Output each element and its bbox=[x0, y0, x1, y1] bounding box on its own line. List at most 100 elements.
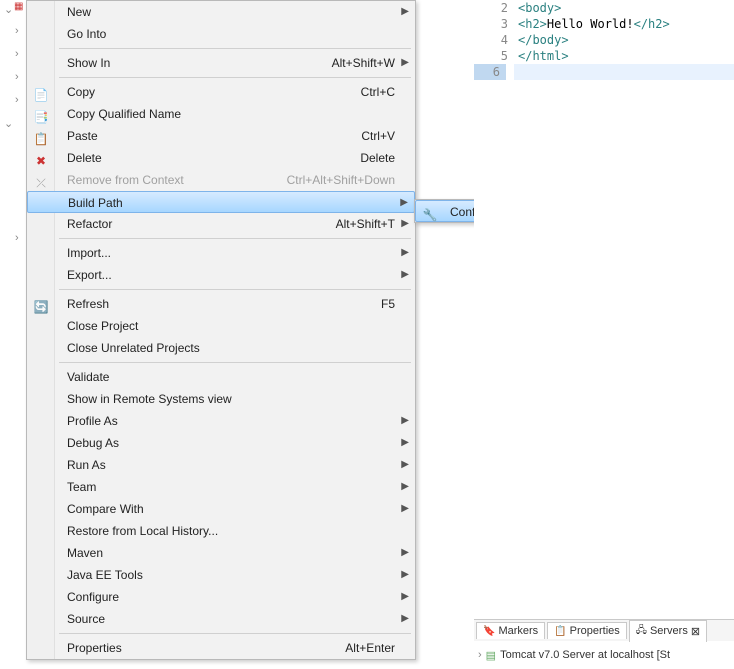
tree-expander[interactable]: › bbox=[15, 48, 19, 60]
copy-icon: 📄 bbox=[33, 84, 49, 100]
menu-item-refactor[interactable]: RefactorAlt+Shift+T▶ bbox=[27, 213, 415, 235]
menu-item-label: Restore from Local History... bbox=[67, 524, 218, 538]
menu-item-delete[interactable]: ✖DeleteDelete bbox=[27, 147, 415, 169]
line-number: 3 bbox=[474, 16, 514, 32]
line-number: 4 bbox=[474, 32, 514, 48]
menu-item-close-unrelated-projects[interactable]: Close Unrelated Projects bbox=[27, 337, 415, 359]
menu-item-label: Delete bbox=[67, 151, 102, 165]
menu-item-show-in[interactable]: Show In Alt+Shift+W ▶ bbox=[27, 52, 415, 74]
menu-item-profile-as[interactable]: Profile As▶ bbox=[27, 410, 415, 432]
code-line[interactable]: </body> bbox=[518, 32, 670, 48]
delete-icon: ✖ bbox=[33, 150, 49, 166]
tree-expander[interactable]: › bbox=[15, 71, 19, 83]
tab-properties[interactable]: 📋Properties bbox=[547, 622, 627, 639]
tree-expander[interactable]: › bbox=[478, 649, 482, 661]
submenu-arrow-icon: ▶ bbox=[401, 476, 409, 498]
context-menu: New ▶ Go Into Show In Alt+Shift+W ▶ 📄 Copy Ctrl+… bbox=[26, 0, 416, 660]
line-number: 6 bbox=[474, 64, 506, 80]
menu-item-label: New bbox=[67, 5, 91, 19]
menu-item-go-into[interactable]: Go Into bbox=[27, 23, 415, 45]
menu-item-configure[interactable]: Configure▶ bbox=[27, 586, 415, 608]
menu-item-show-in-remote-systems-view[interactable]: Show in Remote Systems view bbox=[27, 388, 415, 410]
tab-label: Properties bbox=[570, 625, 620, 637]
menu-separator bbox=[59, 633, 411, 634]
tab-markers[interactable]: 🔖Markers bbox=[476, 622, 545, 639]
menu-item-label: Profile As bbox=[67, 414, 118, 428]
menu-item-label: Go Into bbox=[67, 27, 106, 41]
menu-item-label: Debug As bbox=[67, 436, 119, 450]
menu-item-label: Show in Remote Systems view bbox=[67, 392, 232, 406]
submenu-arrow-icon: ▶ bbox=[401, 608, 409, 630]
submenu-arrow-icon: ▶ bbox=[401, 213, 409, 235]
markers-icon: 🔖 bbox=[483, 626, 495, 637]
menu-item-validate[interactable]: Validate bbox=[27, 366, 415, 388]
submenu-arrow-icon: ▶ bbox=[401, 242, 409, 264]
paste-icon: 📋 bbox=[33, 128, 49, 144]
menu-item-label: Compare With bbox=[67, 502, 144, 516]
menu-item-refresh[interactable]: 🔄RefreshF5 bbox=[27, 293, 415, 315]
menu-shortcut: Ctrl+V bbox=[361, 125, 395, 147]
tab-label: Servers bbox=[650, 625, 688, 637]
menu-item-compare-with[interactable]: Compare With ▶ bbox=[27, 498, 415, 520]
server-label: Tomcat v7.0 Server at localhost [St bbox=[500, 649, 670, 661]
tree-expander[interactable]: › bbox=[15, 232, 19, 244]
menu-item-export[interactable]: Export... ▶ bbox=[27, 264, 415, 286]
menu-item-remove-from-context: ⤫Remove from ContextCtrl+Alt+Shift+Down bbox=[27, 169, 415, 191]
line-number: 2 bbox=[474, 0, 514, 16]
tab-servers[interactable]: 🖧Servers⊠ bbox=[629, 620, 707, 642]
submenu-arrow-icon: ▶ bbox=[401, 432, 409, 454]
menu-item-new[interactable]: New ▶ bbox=[27, 1, 415, 23]
menu-item-label: Import... bbox=[67, 246, 111, 260]
menu-item-label: Show In bbox=[67, 56, 110, 70]
menu-item-build-path[interactable]: Build Path▶ bbox=[27, 191, 415, 213]
code-editor[interactable]: 23456 <body><h2>Hello World!</h2></body>… bbox=[474, 0, 734, 610]
code-line[interactable]: </html> bbox=[518, 48, 670, 64]
tree-expander[interactable]: ⌄ bbox=[4, 3, 13, 16]
servers-icon: 🖧 bbox=[636, 623, 647, 640]
menu-item-source[interactable]: Source▶ bbox=[27, 608, 415, 630]
menu-item-copy-qualified-name[interactable]: 📑Copy Qualified Name bbox=[27, 103, 415, 125]
menu-item-label: Close Project bbox=[67, 319, 138, 333]
close-icon[interactable]: ⊠ bbox=[691, 625, 700, 638]
code-line[interactable]: <body> bbox=[518, 0, 670, 16]
menu-item-maven[interactable]: Maven▶ bbox=[27, 542, 415, 564]
menu-separator bbox=[59, 48, 411, 49]
code-line[interactable]: <h2>Hello World!</h2> bbox=[518, 16, 670, 32]
menu-item-run-as[interactable]: Run As▶ bbox=[27, 454, 415, 476]
menu-item-team[interactable]: Team▶ bbox=[27, 476, 415, 498]
tree-expander[interactable]: › bbox=[15, 94, 19, 106]
menu-item-debug-as[interactable]: Debug As ▶ bbox=[27, 432, 415, 454]
servers-row[interactable]: › ▤ Tomcat v7.0 Server at localhost [St bbox=[474, 645, 734, 665]
menu-item-label: Copy bbox=[67, 85, 95, 99]
menu-item-copy[interactable]: 📄CopyCtrl+C bbox=[27, 81, 415, 103]
menu-item-label: Export... bbox=[67, 268, 112, 282]
menu-item-properties[interactable]: PropertiesAlt+Enter bbox=[27, 637, 415, 659]
menu-item-import[interactable]: Import... ▶ bbox=[27, 242, 415, 264]
menu-shortcut: Alt+Shift+W bbox=[332, 52, 395, 74]
menu-item-java-ee-tools[interactable]: Java EE Tools▶ bbox=[27, 564, 415, 586]
submenu-arrow-icon: ▶ bbox=[401, 498, 409, 520]
menu-item-label: Close Unrelated Projects bbox=[67, 341, 200, 355]
menu-item-close-project[interactable]: Close Project bbox=[27, 315, 415, 337]
submenu-arrow-icon: ▶ bbox=[401, 52, 409, 74]
tree-expander[interactable]: › bbox=[15, 25, 19, 37]
code-line[interactable] bbox=[518, 64, 670, 80]
menu-separator bbox=[59, 238, 411, 239]
submenu-arrow-icon: ▶ bbox=[401, 1, 409, 23]
bottom-tabs: 🔖Markers📋Properties🖧Servers⊠ bbox=[474, 619, 734, 641]
menu-item-label: Run As bbox=[67, 458, 106, 472]
menu-item-paste[interactable]: 📋 Paste Ctrl+V bbox=[27, 125, 415, 147]
tree-expander[interactable]: ⌄ bbox=[4, 117, 13, 130]
menu-shortcut: Alt+Shift+T bbox=[336, 213, 395, 235]
menu-separator bbox=[59, 289, 411, 290]
submenu-arrow-icon: ▶ bbox=[401, 264, 409, 286]
menu-item-label: Copy Qualified Name bbox=[67, 107, 181, 121]
menu-shortcut: F5 bbox=[381, 293, 395, 315]
menu-item-label: Configure bbox=[67, 590, 119, 604]
menu-item-label: Maven bbox=[67, 546, 103, 560]
menu-item-restore-from-local-history[interactable]: Restore from Local History... bbox=[27, 520, 415, 542]
menu-item-label: Paste bbox=[67, 129, 98, 143]
menu-shortcut: Ctrl+Alt+Shift+Down bbox=[287, 169, 395, 191]
editor-code[interactable]: <body><h2>Hello World!</h2></body></html… bbox=[518, 0, 670, 80]
submenu-arrow-icon: ▶ bbox=[400, 192, 408, 214]
